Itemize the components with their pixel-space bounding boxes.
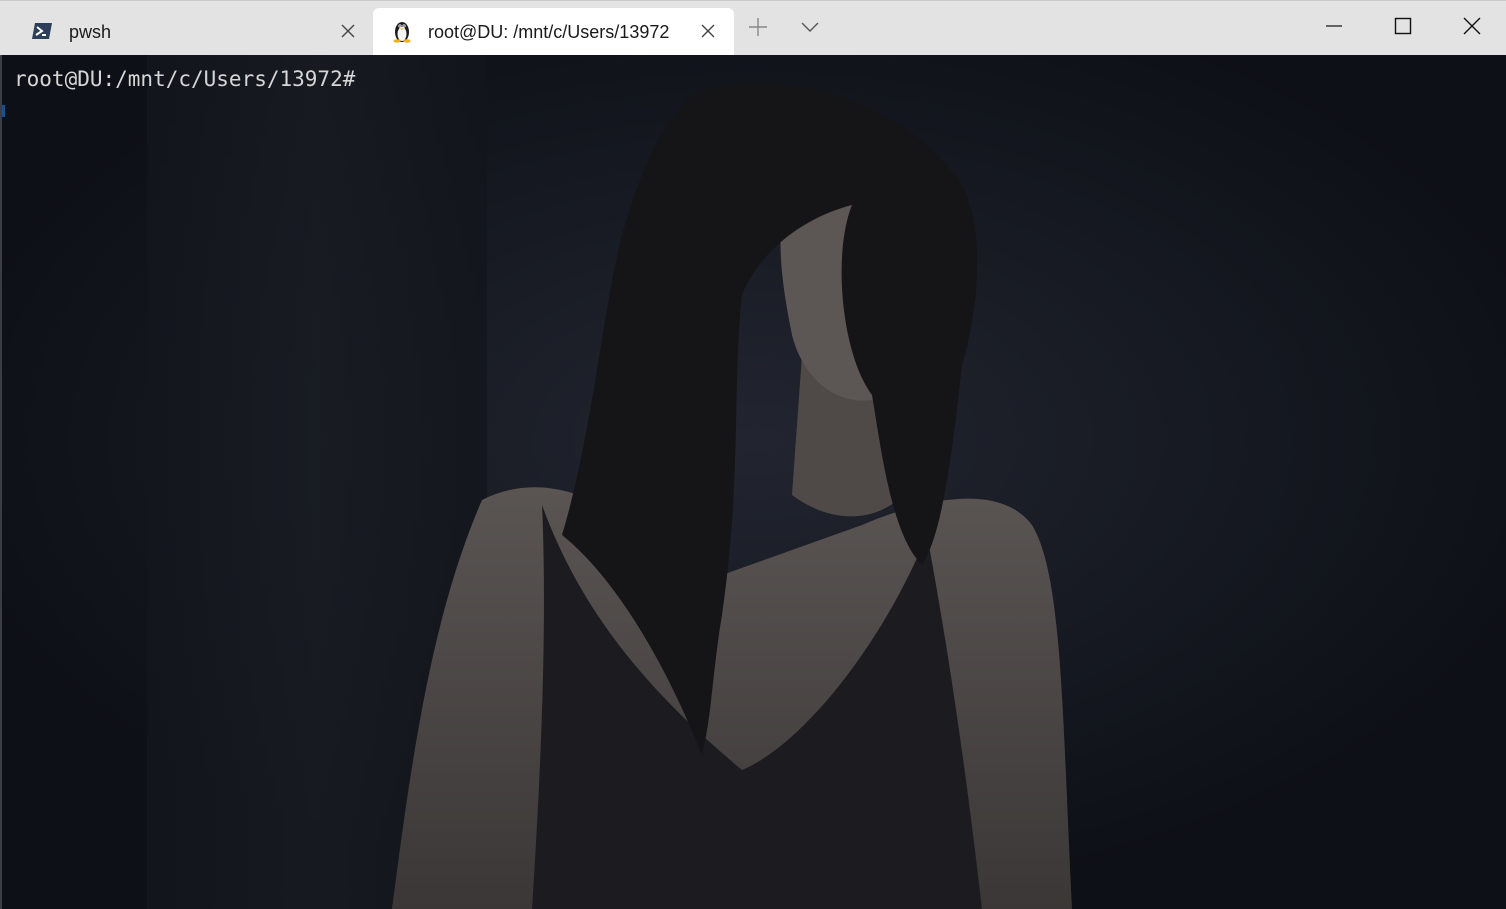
terminal-pane[interactable]: root@DU:/mnt/c/Users/13972# — [0, 55, 1506, 909]
tab-close-icon[interactable] — [697, 20, 719, 42]
close-icon — [1463, 17, 1481, 40]
plus-icon — [748, 17, 768, 42]
profile-dropdown-button[interactable] — [796, 15, 824, 43]
tab-root-du[interactable]: root@DU: /mnt/c/Users/13972 — [373, 8, 734, 56]
powershell-icon — [30, 19, 54, 43]
background-image — [2, 55, 1506, 909]
linux-penguin-icon — [390, 19, 414, 43]
tab-bar: pwsh root@DU: /mnt/c/Users/13972 — [0, 0, 1506, 56]
minimize-icon — [1325, 17, 1343, 40]
new-tab-button[interactable] — [744, 15, 772, 43]
scroll-marker — [2, 105, 5, 117]
minimize-button[interactable] — [1299, 1, 1368, 56]
terminal-window: pwsh root@DU: /mnt/c/Users/13972 root@DU… — [0, 0, 1506, 909]
tab-label: root@DU: /mnt/c/Users/13972 — [428, 22, 670, 42]
maximize-icon — [1394, 17, 1412, 40]
tab-label: pwsh — [69, 22, 112, 42]
close-button[interactable] — [1437, 1, 1506, 56]
chevron-down-icon — [801, 20, 819, 38]
tab-pwsh[interactable]: pwsh — [4, 8, 370, 56]
shell-prompt: root@DU:/mnt/c/Users/13972# — [14, 67, 356, 91]
maximize-button[interactable] — [1368, 1, 1437, 56]
tab-close-icon[interactable] — [337, 20, 359, 42]
